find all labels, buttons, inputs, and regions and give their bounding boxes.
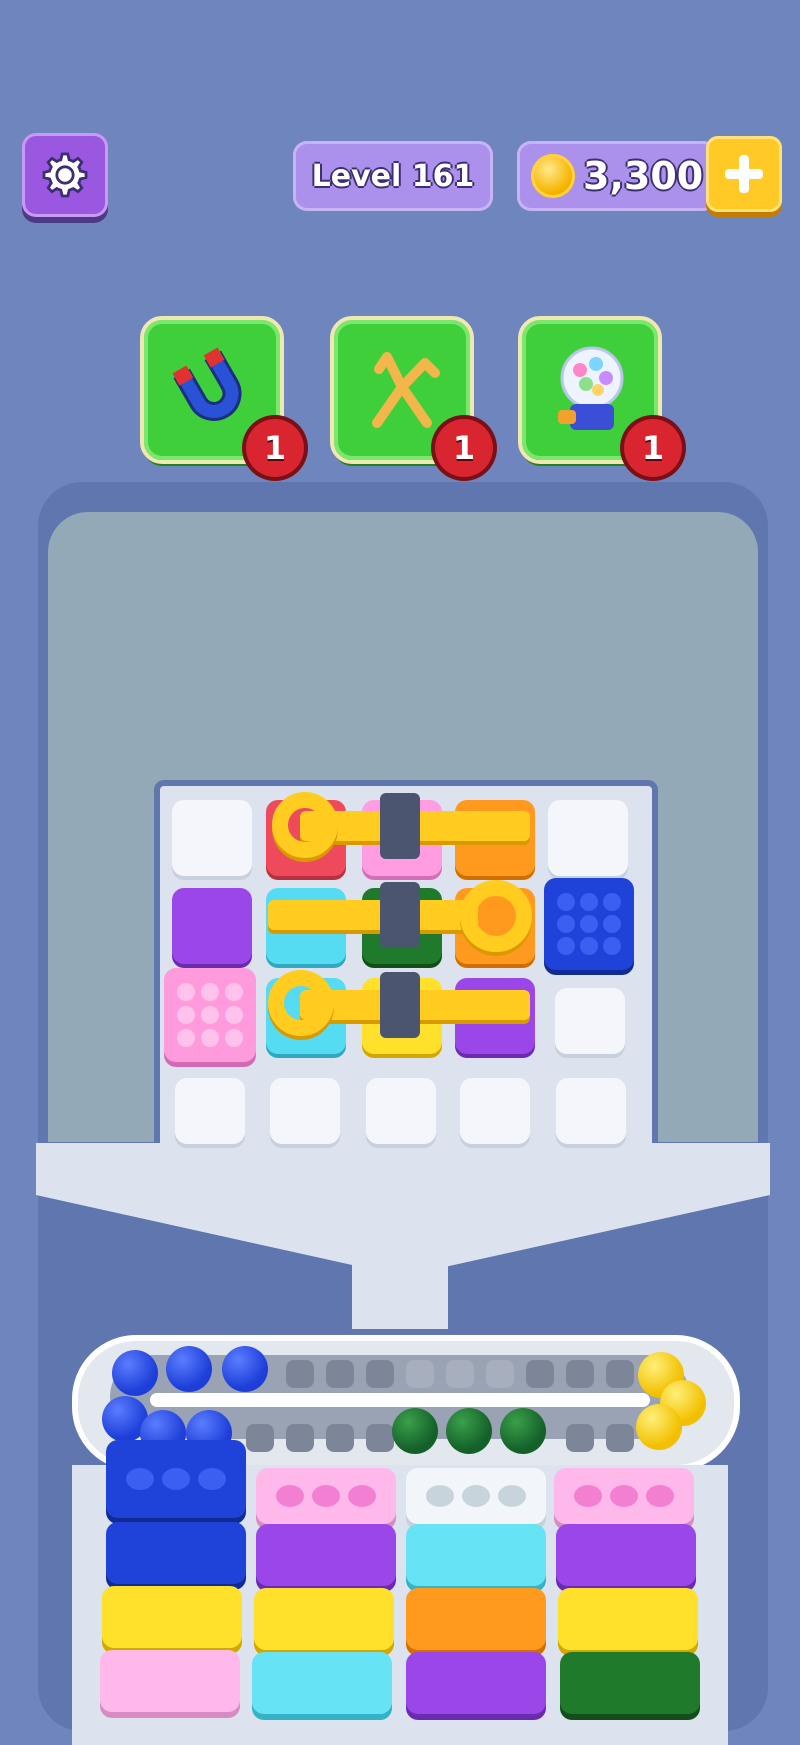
hole: [198, 1468, 226, 1490]
yellow-ball: [636, 1404, 682, 1450]
coin-amount: 3,300: [583, 154, 704, 198]
blue-ball: [166, 1346, 212, 1392]
bubble-pattern: [557, 893, 621, 955]
empty-slot: [446, 1360, 474, 1388]
green-ball: [500, 1408, 546, 1454]
ball-holes: [554, 1468, 694, 1524]
level-indicator: Level 161: [293, 141, 493, 211]
hole: [348, 1485, 376, 1507]
funnel-neck: [352, 1260, 448, 1340]
empty-slot: [246, 1424, 274, 1452]
empty-cell: [460, 1078, 530, 1144]
pin-bar-2[interactable]: [268, 900, 478, 930]
orange-block: [406, 1588, 546, 1650]
pin-clamp-2: [380, 882, 420, 948]
hole: [574, 1485, 602, 1507]
empty-cell: [175, 1078, 245, 1144]
pin-clamp-3: [380, 972, 420, 1038]
empty-slot: [566, 1360, 594, 1388]
empty-slot: [326, 1424, 354, 1452]
blue-ball: [112, 1350, 158, 1396]
empty-slot: [366, 1424, 394, 1452]
empty-slot: [286, 1424, 314, 1452]
coin-icon: [531, 154, 575, 198]
purple-block: [256, 1524, 396, 1586]
magnet-icon: [172, 347, 242, 421]
yellow-block: [102, 1586, 242, 1648]
empty-cell: [556, 1078, 626, 1144]
hole: [646, 1485, 674, 1507]
empty-slot: [326, 1360, 354, 1388]
empty-slot: [406, 1360, 434, 1388]
gear-icon: [42, 152, 88, 198]
pink-block: [100, 1650, 240, 1712]
ball-holes: [256, 1468, 396, 1524]
empty-cell: [172, 800, 252, 876]
green-ball: [392, 1408, 438, 1454]
hole: [610, 1485, 638, 1507]
empty-cell: [555, 988, 625, 1054]
cyan-block: [252, 1652, 392, 1714]
pin-ring-2[interactable]: [460, 880, 532, 952]
plus-icon: [725, 155, 763, 193]
empty-slot: [526, 1360, 554, 1388]
gumball-machine-icon: [558, 346, 624, 430]
pink-holder-block[interactable]: [554, 1468, 694, 1524]
blue-holder-block[interactable]: [106, 1440, 246, 1518]
level-label: Level 161: [311, 158, 475, 194]
empty-slot: [606, 1424, 634, 1452]
hole: [276, 1485, 304, 1507]
gumball-count-badge: 1: [624, 419, 682, 477]
hole: [462, 1485, 490, 1507]
rope-count-badge: 1: [435, 419, 493, 477]
empty-cell: [270, 1078, 340, 1144]
purple-block: [406, 1652, 546, 1714]
bubble-pattern: [177, 983, 243, 1047]
pink-bubble-block[interactable]: [164, 968, 256, 1062]
settings-button[interactable]: [22, 133, 108, 217]
hole: [498, 1485, 526, 1507]
empty-slot: [566, 1424, 594, 1452]
empty-slot: [286, 1360, 314, 1388]
pin-clamp-1: [380, 793, 420, 859]
hole: [312, 1485, 340, 1507]
white-holder-block[interactable]: [406, 1468, 546, 1524]
empty-cell: [548, 800, 628, 876]
blue-bubble-block[interactable]: [544, 878, 634, 970]
ball-holes: [106, 1440, 246, 1518]
yellow-block: [558, 1588, 698, 1650]
pin-ring-1[interactable]: [272, 792, 338, 858]
empty-cell: [366, 1078, 436, 1144]
cyan-block: [406, 1524, 546, 1586]
ball-holes: [406, 1468, 546, 1524]
empty-slot: [606, 1360, 634, 1388]
pink-holder-block[interactable]: [256, 1468, 396, 1524]
dark-green-block: [560, 1652, 700, 1714]
green-ball: [446, 1408, 492, 1454]
coin-counter: 3,300: [517, 141, 717, 211]
add-coins-button[interactable]: [706, 136, 782, 212]
blue-block: [106, 1522, 246, 1584]
purple-block[interactable]: [172, 888, 252, 964]
pin-ring-3[interactable]: [268, 970, 334, 1036]
empty-slot: [486, 1360, 514, 1388]
hole: [426, 1485, 454, 1507]
blue-ball: [222, 1346, 268, 1392]
conveyor-divider: [150, 1393, 650, 1407]
hole: [162, 1468, 190, 1490]
purple-block: [556, 1524, 696, 1586]
rope-icon: [372, 352, 440, 428]
hole: [126, 1468, 154, 1490]
yellow-block: [254, 1588, 394, 1650]
magnet-count-badge: 1: [246, 419, 304, 477]
empty-slot: [366, 1360, 394, 1388]
